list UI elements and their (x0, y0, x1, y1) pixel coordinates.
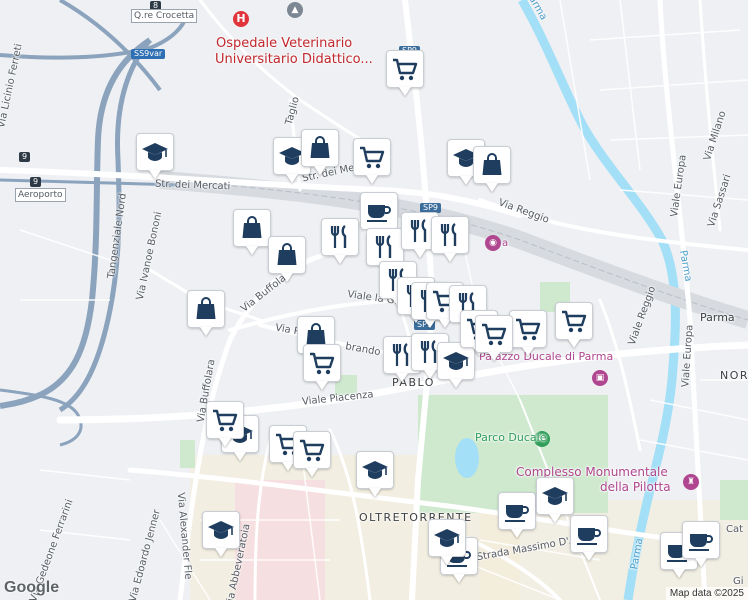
education-pin-icon[interactable] (429, 520, 465, 556)
shopping-cart-pin-icon[interactable] (510, 311, 546, 347)
shopping-cart-pin-icon[interactable] (387, 51, 423, 87)
shopping-bag-pin-icon[interactable] (188, 291, 224, 327)
education-pin-icon[interactable] (137, 134, 173, 170)
place-label: Parma (700, 311, 735, 324)
education-pin-icon[interactable] (537, 478, 573, 514)
place-label: a (502, 238, 509, 249)
google-logo: Google (4, 579, 60, 596)
coffee-pin-icon[interactable] (571, 516, 607, 552)
education-pin-icon[interactable] (357, 452, 393, 488)
shopping-bag-pin-icon[interactable] (302, 130, 338, 166)
place-label: Q.re Crocetta (131, 9, 198, 23)
attraction-label[interactable]: Complesso Monumentale (516, 466, 668, 478)
route-shield: 9 (30, 177, 42, 187)
restaurant-pin-icon[interactable] (367, 229, 403, 265)
shopping-cart-pin-icon[interactable] (556, 303, 592, 339)
map-attribution[interactable]: Map data ©2025 (665, 587, 748, 600)
coffee-pin-icon[interactable] (683, 522, 719, 558)
shopping-cart-pin-icon[interactable] (304, 345, 340, 381)
place-label: Aeroporto (15, 188, 66, 202)
shopping-bag-pin-icon[interactable] (269, 237, 305, 273)
education-pin-icon[interactable] (438, 343, 474, 379)
coffee-pin-icon[interactable] (361, 193, 397, 229)
route-shield: SS9var (131, 49, 166, 59)
shopping-cart-pin-icon[interactable] (354, 139, 390, 175)
education-landmark-icon[interactable]: ▲ (287, 2, 303, 18)
hospital-icon[interactable]: H (233, 11, 249, 27)
shopping-bag-pin-icon[interactable] (234, 210, 270, 246)
attraction-icon[interactable]: ▣ (592, 370, 608, 386)
street-label: Str. dei Mercati (154, 178, 231, 193)
restaurant-pin-icon[interactable] (432, 217, 468, 253)
hospital-label[interactable]: Universitario Didattico... (215, 53, 373, 66)
shopping-cart-pin-icon[interactable] (207, 402, 243, 438)
map-canvas[interactable]: H ▲ ◉ ▣ ♜ ♣ 8 SS9var 9 9 SP9 SP9 SP9 Q.r… (0, 0, 748, 600)
attraction-icon[interactable]: ◉ (485, 235, 501, 251)
attraction-label[interactable]: della Pilotta (600, 481, 671, 493)
coffee-pin-icon[interactable] (499, 493, 535, 529)
district-label: NOR (720, 369, 748, 382)
shopping-bag-pin-icon[interactable] (476, 316, 512, 352)
park-label[interactable]: Parco Ducale (475, 432, 547, 444)
attraction-icon[interactable]: ♜ (683, 474, 699, 490)
hospital-label[interactable]: Ospedale Veterinario (216, 37, 352, 50)
education-pin-icon[interactable] (203, 512, 239, 548)
route-shield: SP9 (420, 203, 441, 213)
place-label: Cat (726, 524, 744, 535)
route-shield: 9 (19, 152, 31, 162)
shopping-bag-pin-icon[interactable] (474, 147, 510, 183)
shopping-cart-pin-icon[interactable] (294, 432, 330, 468)
restaurant-pin-icon[interactable] (322, 219, 358, 255)
